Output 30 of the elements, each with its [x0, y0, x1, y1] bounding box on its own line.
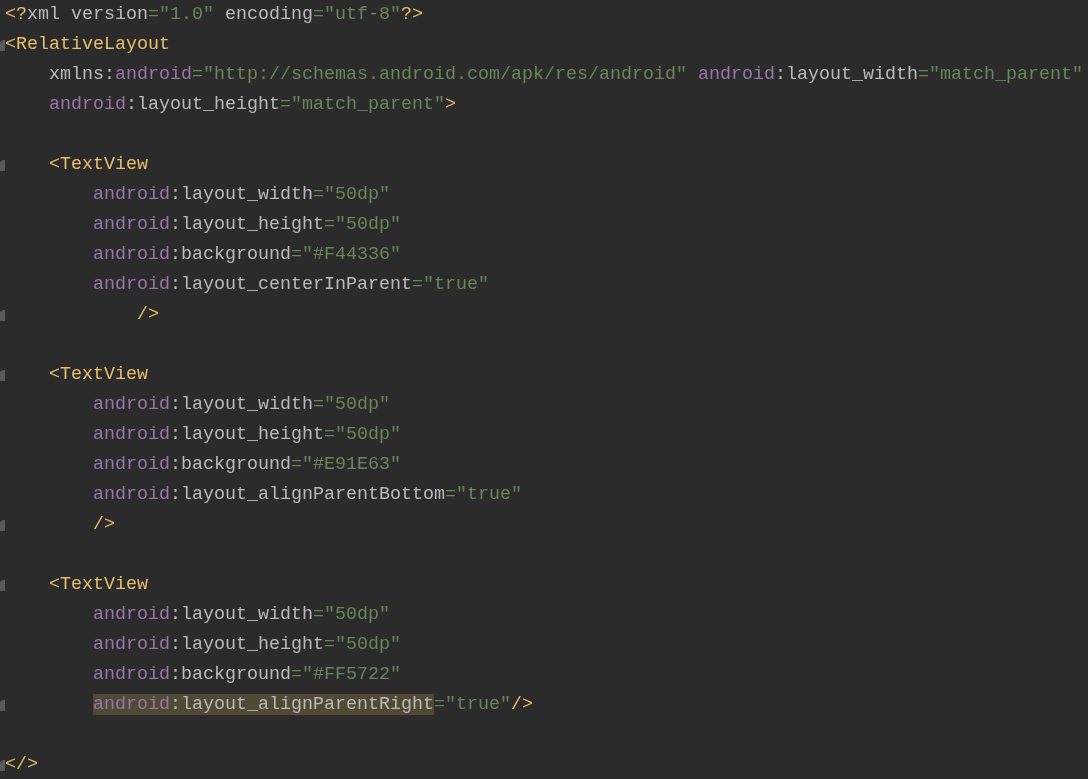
- code-line: xmlns:android="http://schemas.android.com/apk/res/android" android:layout_width="match_parent": [48, 64, 1083, 86]
- code-line: android:background="#F44336": [92, 244, 401, 266]
- code-line: </>: [5, 754, 38, 776]
- code-line: android:background="#E91E63": [92, 454, 401, 476]
- code-line: <TextView: [48, 574, 148, 596]
- code-line: android:layout_width="50dp": [92, 604, 390, 626]
- code-line: android:layout_width="50dp": [92, 394, 390, 416]
- code-line: android:layout_height="50dp": [92, 424, 401, 446]
- fold-icon[interactable]: [0, 369, 5, 381]
- fold-icon[interactable]: [0, 159, 5, 171]
- fold-icon[interactable]: [0, 39, 5, 51]
- code-line: android:layout_alignParentBottom="true": [92, 484, 522, 506]
- fold-icon[interactable]: [0, 699, 5, 711]
- fold-icon[interactable]: [0, 309, 5, 321]
- code-line: android:background="#FF5722": [92, 664, 401, 686]
- code-line: <?xml version="1.0" encoding="utf-8"?>: [5, 4, 423, 26]
- code-line: <TextView: [48, 364, 148, 386]
- code-line: android:layout_width="50dp": [92, 184, 390, 206]
- code-line: android:layout_height="match_parent">: [48, 94, 456, 116]
- code-line: android:layout_height="50dp": [92, 634, 401, 656]
- code-line: />: [92, 514, 115, 536]
- fold-icon[interactable]: [0, 579, 5, 591]
- code-line: <TextView: [48, 154, 148, 176]
- code-line: android:layout_height="50dp": [92, 214, 401, 236]
- code-line: android:layout_centerInParent="true": [92, 274, 489, 296]
- fold-icon[interactable]: [0, 519, 5, 531]
- code-line: />: [135, 304, 159, 326]
- fold-icon[interactable]: [0, 759, 5, 771]
- code-line: <RelativeLayout: [5, 34, 170, 56]
- code-line: android:layout_alignParentRight="true"/>: [92, 694, 533, 716]
